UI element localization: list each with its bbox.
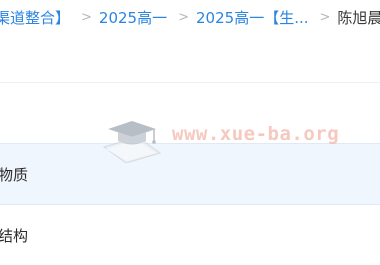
breadcrumb-item-subject[interactable]: 2025高一【生... [196,7,308,28]
breadcrumb-separator: > [319,9,331,25]
file-browser: 渠道整合】 > 2025高一 > 2025高一【生... > 陈旭晨 物质 结构… [0,0,380,265]
breadcrumb-item-current: 陈旭晨 [337,8,380,27]
divider [0,82,380,83]
breadcrumb: 渠道整合】 > 2025高一 > 2025高一【生... > 陈旭晨 [0,0,380,34]
breadcrumb-item-grade[interactable]: 2025高一 [99,7,167,28]
watermark-text: www.xue-ba.org [172,123,340,145]
list-item-label: 结构 [0,227,29,245]
list-item-label: 物质 [0,165,29,184]
breadcrumb-separator: > [178,9,190,25]
breadcrumb-item-channel[interactable]: 渠道整合】 [0,7,70,28]
breadcrumb-separator: > [81,9,92,25]
list-item-matter[interactable]: 物质 [0,143,380,205]
list-item-structure[interactable]: 结构 [0,206,380,265]
